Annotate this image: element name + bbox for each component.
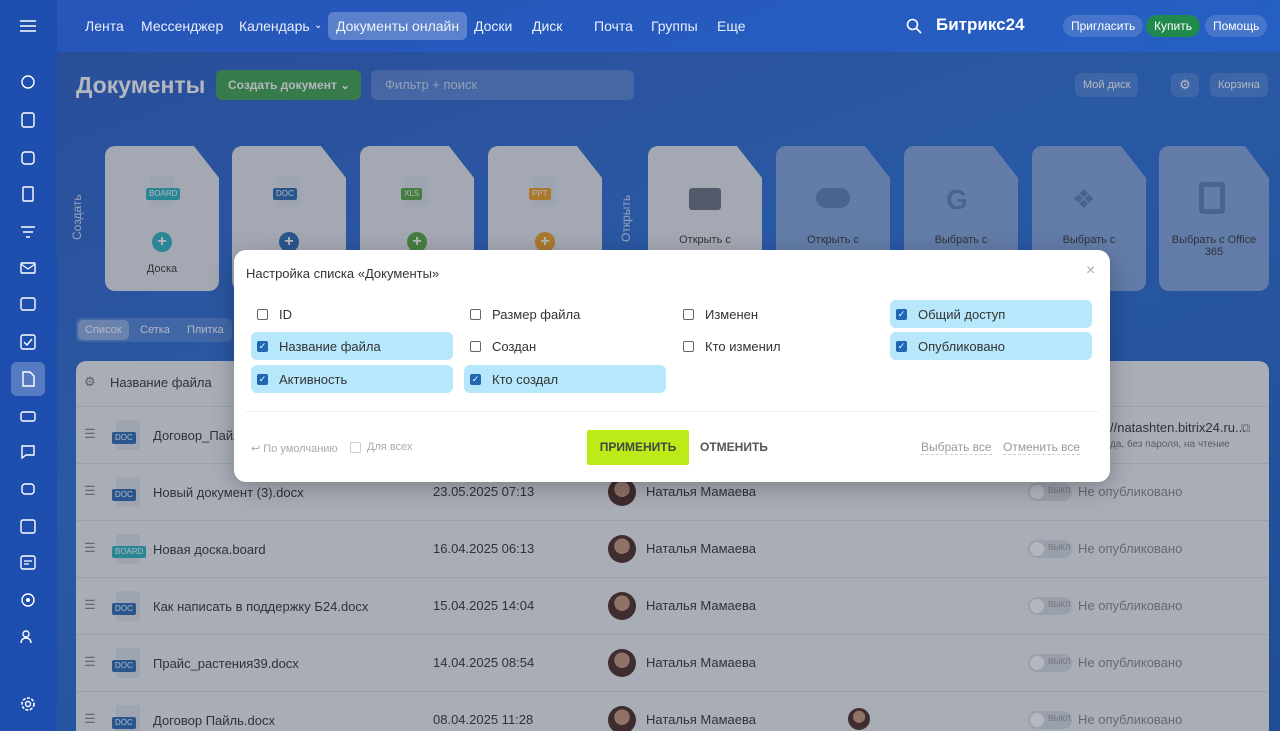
checkbox-checked[interactable]: ✓	[257, 340, 268, 352]
option-modified-by[interactable]: Кто изменил	[677, 332, 879, 360]
checkbox-checked[interactable]: ✓	[896, 308, 907, 320]
nav-groups[interactable]: Группы	[643, 12, 706, 40]
settings-icon[interactable]	[16, 692, 40, 716]
menu-icon[interactable]	[16, 14, 40, 38]
feed-icon[interactable]	[16, 70, 40, 94]
contact-card-icon[interactable]	[16, 292, 40, 316]
filter-icon[interactable]	[16, 220, 40, 244]
store-icon[interactable]	[16, 404, 40, 428]
left-sidebar	[0, 0, 57, 731]
chevron-down-icon: ⌄	[314, 20, 323, 31]
nav-messenger[interactable]: Мессенджер	[133, 12, 231, 40]
checkbox-checked[interactable]: ✓	[896, 340, 907, 352]
cancel-button[interactable]: ОТМЕНИТЬ	[700, 440, 768, 454]
option-activity[interactable]: ✓ Активность	[251, 365, 453, 393]
checkbox[interactable]	[257, 308, 268, 320]
option-file-name[interactable]: ✓ Название файла	[251, 332, 453, 360]
reset-default-link[interactable]: ↩ По умолчанию	[251, 442, 338, 455]
robot-icon[interactable]	[16, 476, 40, 500]
schedule-icon[interactable]	[16, 550, 40, 574]
target-icon[interactable]	[16, 588, 40, 612]
checkbox-checked[interactable]: ✓	[257, 373, 268, 385]
nav-documents-online[interactable]: Документы онлайн	[328, 12, 468, 40]
documents-icon[interactable]	[11, 362, 45, 396]
nav-feed[interactable]: Лента	[77, 12, 132, 40]
divider	[246, 411, 1098, 412]
nav-mail[interactable]: Почта	[586, 12, 641, 40]
select-all-link[interactable]: Выбрать все	[921, 440, 992, 455]
checklist-icon[interactable]	[16, 330, 40, 354]
help-button[interactable]: Помощь	[1205, 15, 1268, 37]
crm-icon[interactable]	[16, 146, 40, 170]
option-published[interactable]: ✓ Опубликовано	[890, 332, 1092, 360]
bitrix24-logo[interactable]: Битрикс24	[936, 15, 1024, 35]
dialog-title: Настройка списка «Документы»	[246, 266, 440, 281]
buy-button[interactable]: Купить	[1146, 15, 1200, 37]
option-created[interactable]: Создан	[464, 332, 666, 360]
nav-boards[interactable]: Доски	[466, 12, 520, 40]
deselect-all-link[interactable]: Отменить все	[1003, 440, 1081, 455]
checkbox[interactable]	[470, 308, 481, 320]
checkbox[interactable]	[350, 441, 361, 453]
option-file-size[interactable]: Размер файла	[464, 300, 666, 328]
close-icon[interactable]: ×	[1086, 262, 1095, 280]
option-shared-access[interactable]: ✓ Общий доступ	[890, 300, 1092, 328]
search-icon[interactable]	[906, 18, 922, 37]
list-settings-dialog: Настройка списка «Документы» × ID Размер…	[234, 250, 1110, 482]
checkbox-checked[interactable]: ✓	[470, 373, 481, 385]
checkbox[interactable]	[683, 340, 694, 352]
chat-icon[interactable]	[16, 440, 40, 464]
nav-disk[interactable]: Диск	[524, 12, 570, 40]
invite-button[interactable]: Пригласить	[1063, 15, 1144, 37]
option-modified[interactable]: Изменен	[677, 300, 879, 328]
option-created-by[interactable]: ✓ Кто создал	[464, 365, 666, 393]
calendar-icon[interactable]	[16, 514, 40, 538]
users-icon[interactable]	[16, 624, 40, 648]
nav-more[interactable]: Еще	[709, 12, 754, 40]
apply-button[interactable]: ПРИМЕНИТЬ	[587, 430, 689, 465]
for-all-option[interactable]: Для всех	[350, 441, 412, 453]
notes-icon[interactable]	[16, 182, 40, 206]
mail-icon[interactable]	[16, 256, 40, 280]
nav-calendar[interactable]: Календарь	[231, 12, 318, 40]
tasks-icon[interactable]	[16, 108, 40, 132]
checkbox[interactable]	[470, 340, 481, 352]
option-id[interactable]: ID	[251, 300, 453, 328]
checkbox[interactable]	[683, 308, 694, 320]
